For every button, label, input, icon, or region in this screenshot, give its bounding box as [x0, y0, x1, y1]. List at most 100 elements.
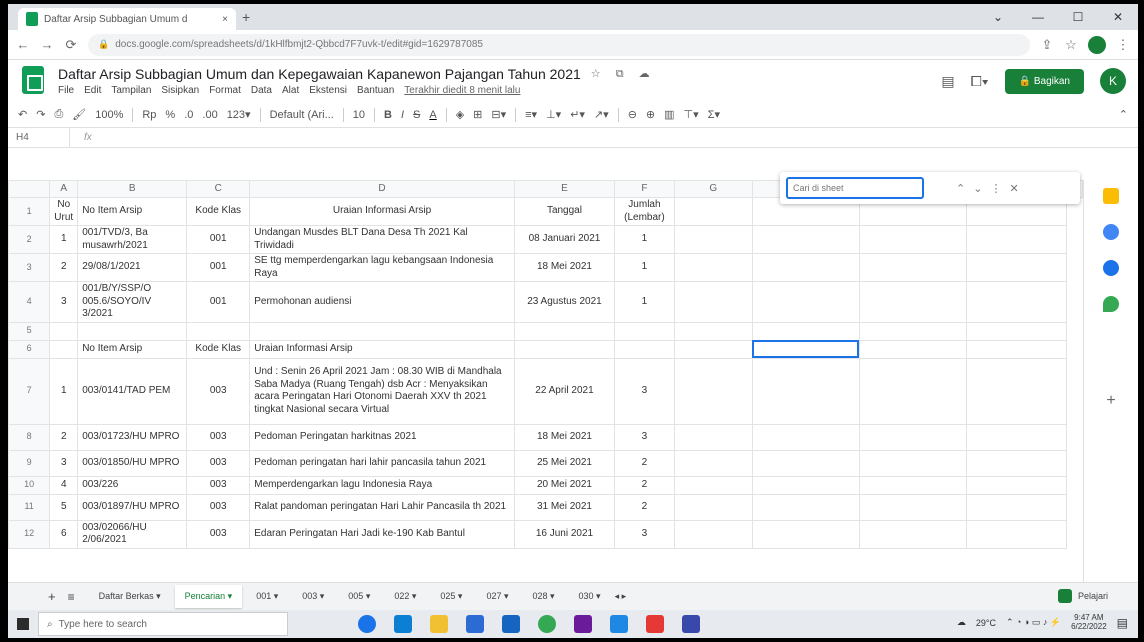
cell-a[interactable]: 5: [49, 493, 79, 521]
italic-button[interactable]: I: [401, 109, 404, 121]
percent-button[interactable]: %: [165, 109, 175, 121]
back-icon[interactable]: ←: [16, 37, 30, 52]
cell-d[interactable]: Edaran Peringatan Hari Jadi ke-190 Kab B…: [249, 519, 515, 549]
empty-cell[interactable]: [751, 423, 860, 451]
cell-a[interactable]: 3: [49, 449, 79, 477]
share-page-icon[interactable]: ⇪: [1040, 37, 1054, 53]
file-explorer-icon[interactable]: [430, 615, 448, 633]
menu-format[interactable]: Format: [209, 85, 241, 96]
cell-a[interactable]: [49, 339, 79, 359]
cell-b[interactable]: No Item Arsip: [77, 339, 188, 359]
empty-cell[interactable]: [858, 493, 967, 521]
cell-b[interactable]: [77, 321, 188, 341]
empty-cell[interactable]: [751, 475, 860, 495]
cell-e[interactable]: 18 Mei 2021: [513, 423, 616, 451]
sheet-tab-001[interactable]: 001 ▾: [246, 585, 288, 608]
keep-icon[interactable]: [1103, 188, 1119, 204]
decimal-decrease-icon[interactable]: .0: [184, 109, 193, 121]
cell-c[interactable]: 001: [186, 225, 251, 254]
cell-f[interactable]: 1: [614, 225, 675, 254]
cell-d[interactable]: Uraian Informasi Arsip: [249, 339, 515, 359]
collapse-toolbar-icon[interactable]: ⌃: [1119, 108, 1128, 121]
column-header-g[interactable]: G: [673, 180, 753, 198]
empty-cell[interactable]: [965, 225, 1068, 254]
cell-c[interactable]: 003: [186, 493, 251, 521]
menu-file[interactable]: File: [58, 85, 74, 96]
cell-b[interactable]: 003/01897/HU MPRO: [77, 493, 188, 521]
sheet-tab-028[interactable]: 028 ▾: [522, 585, 564, 608]
sheets-logo-icon[interactable]: [22, 66, 44, 94]
cell-c[interactable]: 001: [186, 281, 251, 323]
maximize-button[interactable]: ☐: [1058, 4, 1098, 30]
column-header-a[interactable]: A: [49, 180, 79, 198]
clock[interactable]: 9:47 AM 6/22/2022: [1071, 613, 1107, 632]
decimal-increase-icon[interactable]: .00: [202, 109, 217, 121]
tray-icons[interactable]: ⌃ ◔ ◑ ▭ ♪ ⚡: [1006, 617, 1061, 628]
add-ons-icon[interactable]: +: [1106, 392, 1115, 410]
empty-cell[interactable]: [965, 321, 1068, 341]
print-icon[interactable]: ⎙: [54, 108, 63, 121]
sheet-tab-daftar-berkas[interactable]: Daftar Berkas ▾: [89, 585, 171, 608]
corner-cell[interactable]: [8, 180, 51, 198]
cell-d[interactable]: Permohonan audiensi: [249, 281, 515, 323]
column-header-c[interactable]: C: [186, 180, 251, 198]
avatar[interactable]: K: [1100, 68, 1126, 94]
row-header[interactable]: 10: [8, 475, 51, 495]
close-window-button[interactable]: ✕: [1098, 4, 1138, 30]
cell-f[interactable]: [614, 321, 675, 341]
cell-c[interactable]: 003: [186, 519, 251, 549]
fill-color-icon[interactable]: ◈: [456, 108, 464, 121]
word-icon[interactable]: [610, 615, 628, 633]
menu-data[interactable]: Data: [251, 85, 272, 96]
cell-f[interactable]: 3: [614, 423, 675, 451]
cell-c[interactable]: 003: [186, 449, 251, 477]
cell-c[interactable]: 001: [186, 253, 251, 282]
text-color-button[interactable]: A: [429, 109, 436, 121]
sheet-tab-pencarian[interactable]: Pencarian ▾: [174, 585, 243, 608]
cell-b[interactable]: 001/B/Y/SSP/O 005.6/SOYO/IV 3/2021: [77, 281, 188, 323]
empty-cell[interactable]: [858, 475, 967, 495]
empty-cell[interactable]: [965, 475, 1068, 495]
browser-menu-icon[interactable]: ⋮: [1116, 37, 1130, 53]
cell-d[interactable]: Pedoman Peringatan harkitnas 2021: [249, 423, 515, 451]
last-edit-link[interactable]: Terakhir diedit 8 menit lalu: [404, 85, 520, 96]
empty-cell[interactable]: [751, 281, 860, 323]
cell-d[interactable]: Undangan Musdes BLT Dana Desa Th 2021 Ka…: [249, 225, 515, 254]
filter-icon[interactable]: ⊤▾: [684, 108, 699, 121]
empty-cell[interactable]: [673, 321, 753, 341]
cell-a[interactable]: 6: [49, 519, 79, 549]
row-header[interactable]: 6: [8, 339, 51, 359]
cell-e[interactable]: 20 Mei 2021: [513, 475, 616, 495]
column-header-b[interactable]: B: [77, 180, 188, 198]
star-move-cloud-icons[interactable]: ☆ ⧉ ☁: [591, 67, 656, 81]
cell-b[interactable]: 003/226: [77, 475, 188, 495]
find-options-icon[interactable]: ⋮: [990, 182, 1001, 195]
empty-cell[interactable]: [965, 519, 1068, 549]
cell-b[interactable]: 29/08/1/2021: [77, 253, 188, 282]
store-icon[interactable]: [466, 615, 484, 633]
cell-e[interactable]: [513, 321, 616, 341]
empty-cell[interactable]: [858, 449, 967, 477]
cell-c[interactable]: 003: [186, 475, 251, 495]
cell-f[interactable]: 2: [614, 449, 675, 477]
cell-e[interactable]: 23 Agustus 2021: [513, 281, 616, 323]
column-header-d[interactable]: D: [249, 180, 515, 198]
browser-tab[interactable]: Daftar Arsip Subbagian Umum d ×: [18, 8, 236, 30]
cell-e[interactable]: 18 Mei 2021: [513, 253, 616, 282]
strikethrough-button[interactable]: S: [413, 109, 420, 121]
tab-search-icon[interactable]: ⌄: [978, 4, 1018, 30]
edge-icon[interactable]: [394, 615, 412, 633]
empty-cell[interactable]: [751, 321, 860, 341]
close-tab-icon[interactable]: ×: [222, 14, 228, 25]
present-icon[interactable]: ⧠▾: [971, 73, 989, 90]
empty-cell[interactable]: [858, 423, 967, 451]
cell-d[interactable]: Memperdengarkan lagu Indonesia Raya: [249, 475, 515, 495]
empty-cell[interactable]: [751, 357, 860, 425]
link-icon[interactable]: ⊖: [628, 108, 637, 121]
cell-f[interactable]: 3: [614, 357, 675, 425]
all-sheets-icon[interactable]: ≡: [68, 590, 75, 604]
cell-d[interactable]: Pedoman peringatan hari lahir pancasila …: [249, 449, 515, 477]
empty-cell[interactable]: [965, 449, 1068, 477]
taskbar-search[interactable]: ⌕ Type here to search: [38, 612, 288, 636]
empty-cell[interactable]: [965, 357, 1068, 425]
